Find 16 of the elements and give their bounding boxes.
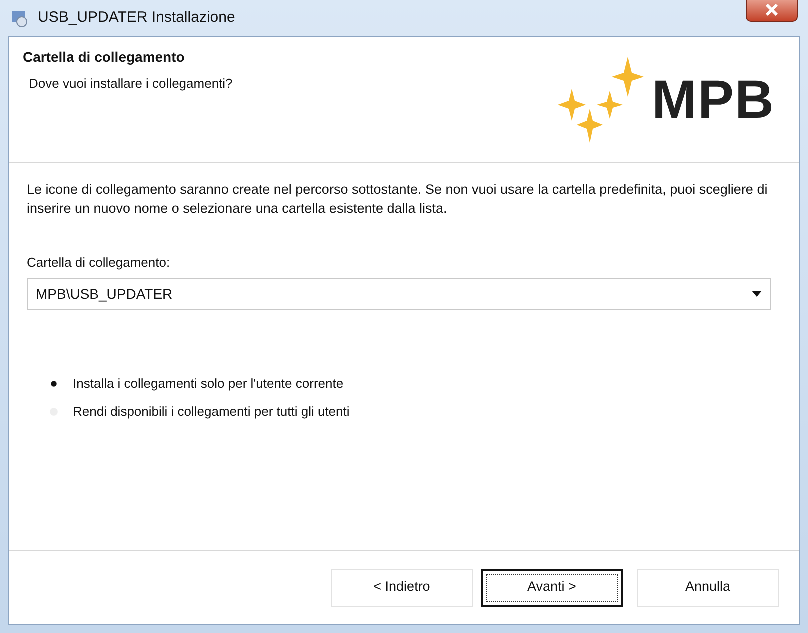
close-icon[interactable] (765, 4, 779, 16)
wizard-button[interactable]: Avanti > (481, 568, 623, 606)
folder-combo-box[interactable]: MPB\USB_UPDATER (27, 278, 771, 310)
description-text: Le icone di collegamento saranno create nel percorso sottostante. Se non vuoi usare la cartella predefinita, puoi scegliere di inserire un nuovo nome o selezionare una cartella esistente dalla lista. (27, 181, 769, 218)
dropdown-arrow-icon[interactable] (752, 291, 762, 298)
close-button[interactable] (746, 0, 798, 22)
wizard-button[interactable]: < Indietro (331, 568, 473, 606)
installer-icon (10, 8, 30, 28)
wizard-button[interactable]: Annulla (637, 568, 779, 606)
page-title: Cartella di collegamento (23, 48, 186, 67)
window-title: USB_UPDATER Installazione (38, 8, 236, 28)
logo-text: MPB (652, 72, 775, 126)
option-label[interactable]: Rendi disponibili i collegamenti per tutti gli utenti (73, 402, 350, 422)
page-subtitle: Dove vuoi installare i collegamenti? (29, 75, 233, 93)
field-label: Cartella di collegamento: (27, 254, 172, 272)
option-label[interactable]: Installa i collegamenti solo per l'utente corrente (73, 374, 344, 394)
